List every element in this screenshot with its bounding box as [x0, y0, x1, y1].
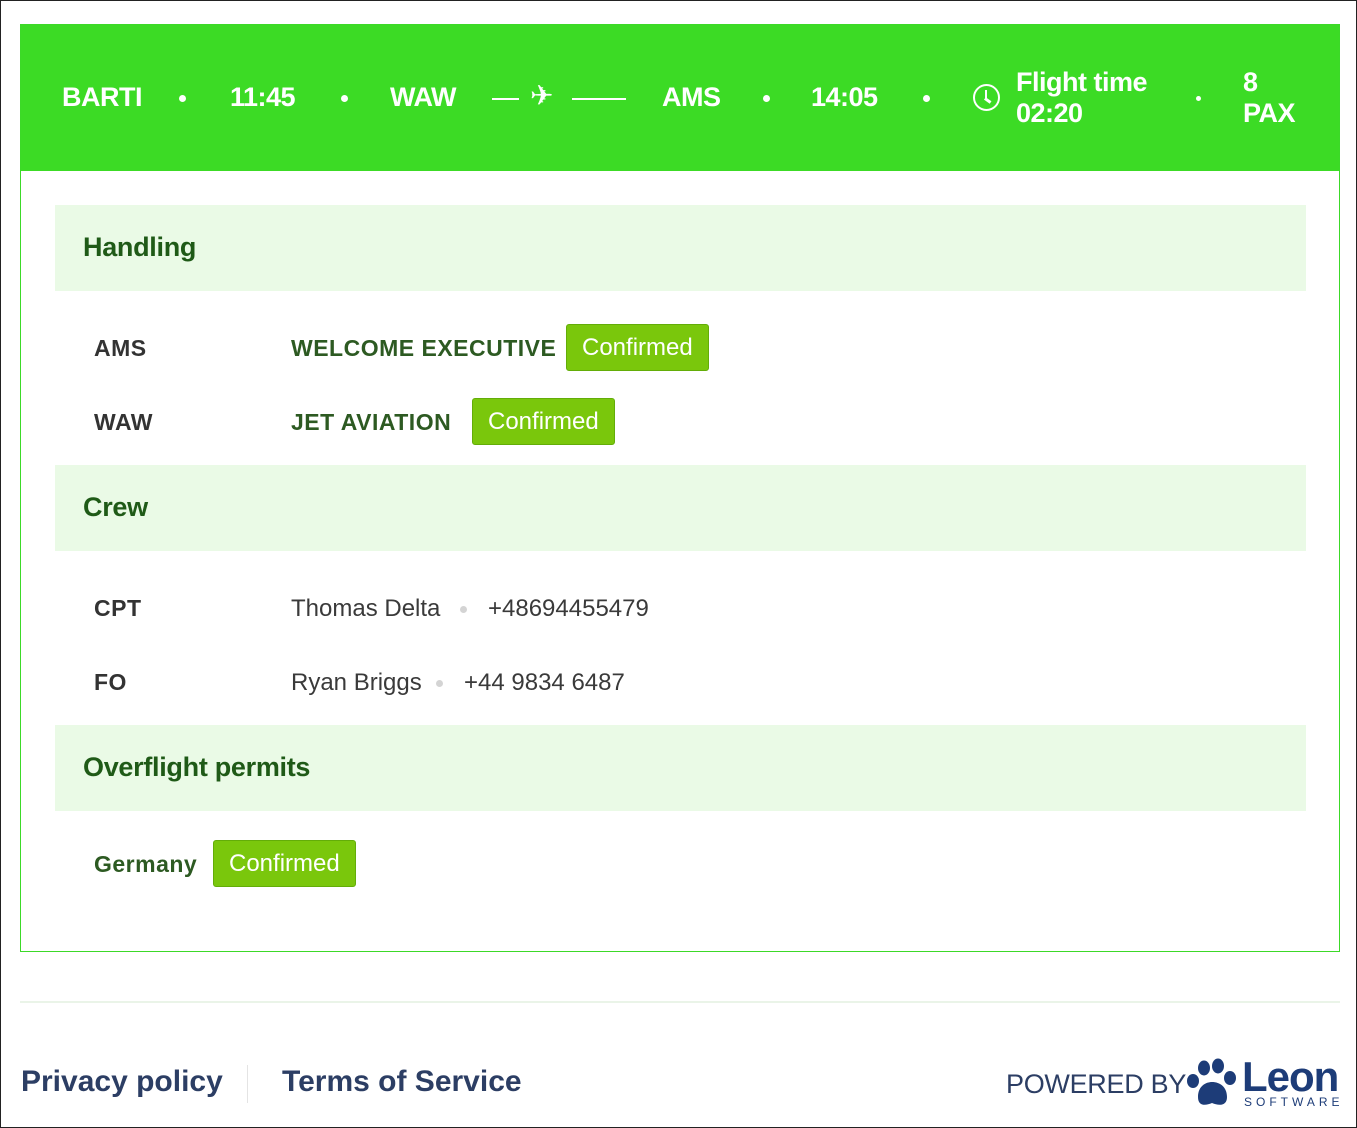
- logo-wordmark: Leon: [1242, 1053, 1339, 1100]
- flight-card: BARTI 11:45 WAW ✈ AMS 14:05 Flight time …: [20, 24, 1340, 952]
- footer-divider-line: [20, 1001, 1340, 1003]
- handling-section-header: Handling: [55, 205, 1306, 291]
- arrival-time: 14:05: [811, 82, 878, 112]
- handling-airport: WAW: [94, 409, 153, 435]
- status-badge: Confirmed: [472, 398, 615, 445]
- permits-title: Overflight permits: [83, 752, 311, 782]
- crew-phone[interactable]: +48694455479: [488, 595, 649, 623]
- crew-section-header: Crew: [55, 465, 1306, 551]
- flight-time: Flight time 02:20: [1016, 67, 1148, 129]
- footer-link-separator: [247, 1065, 248, 1103]
- crew-name: Thomas Delta: [291, 595, 441, 622]
- crew-role: FO: [94, 669, 127, 695]
- route-line: [492, 98, 519, 100]
- separator-dot: [763, 95, 770, 102]
- origin-airport: WAW: [390, 82, 457, 112]
- pax: 8 PAX: [1243, 67, 1296, 129]
- flight-header: BARTI 11:45 WAW ✈ AMS 14:05 Flight time …: [21, 25, 1339, 171]
- pax-count: 8: [1243, 67, 1258, 97]
- plane-icon: ✈: [530, 80, 554, 111]
- departure-time: 11:45: [230, 82, 296, 112]
- handler-name: JET AVIATION: [291, 409, 452, 435]
- logo-subtitle: SOFTWARE: [1244, 1095, 1344, 1109]
- separator-dot: [460, 606, 467, 613]
- clock-icon: [973, 84, 1000, 111]
- flight-time-value: 02:20: [1016, 98, 1083, 128]
- pax-label: PAX: [1243, 98, 1296, 128]
- crew-role: CPT: [94, 595, 142, 621]
- separator-dot: [341, 95, 348, 102]
- flight-time-label: Flight time: [1016, 67, 1148, 97]
- crew-phone[interactable]: +44 9834 6487: [464, 669, 625, 697]
- terms-of-service-link[interactable]: Terms of Service: [282, 1065, 522, 1099]
- powered-by-label: POWERED BY: [1006, 1069, 1187, 1099]
- route-line: [572, 98, 626, 100]
- callsign: BARTI: [62, 82, 143, 112]
- status-badge: Confirmed: [213, 840, 356, 887]
- separator-dot: [923, 95, 930, 102]
- destination-airport: AMS: [662, 82, 721, 112]
- separator-dot: [1196, 96, 1201, 101]
- crew-title: Crew: [83, 492, 148, 522]
- permit-country: Germany: [94, 851, 198, 877]
- permits-section-header: Overflight permits: [55, 725, 1306, 811]
- crew-name: Ryan Briggs: [291, 669, 422, 696]
- separator-dot: [179, 95, 186, 102]
- status-badge: Confirmed: [566, 324, 709, 371]
- separator-dot: [436, 680, 443, 687]
- paw-icon: [1187, 1058, 1236, 1105]
- handler-name: WELCOME EXECUTIVE: [291, 335, 557, 361]
- privacy-policy-link[interactable]: Privacy policy: [21, 1065, 223, 1099]
- leon-logo[interactable]: Leon SOFTWARE: [1184, 1053, 1340, 1111]
- handling-airport: AMS: [94, 335, 147, 361]
- handling-title: Handling: [83, 232, 197, 262]
